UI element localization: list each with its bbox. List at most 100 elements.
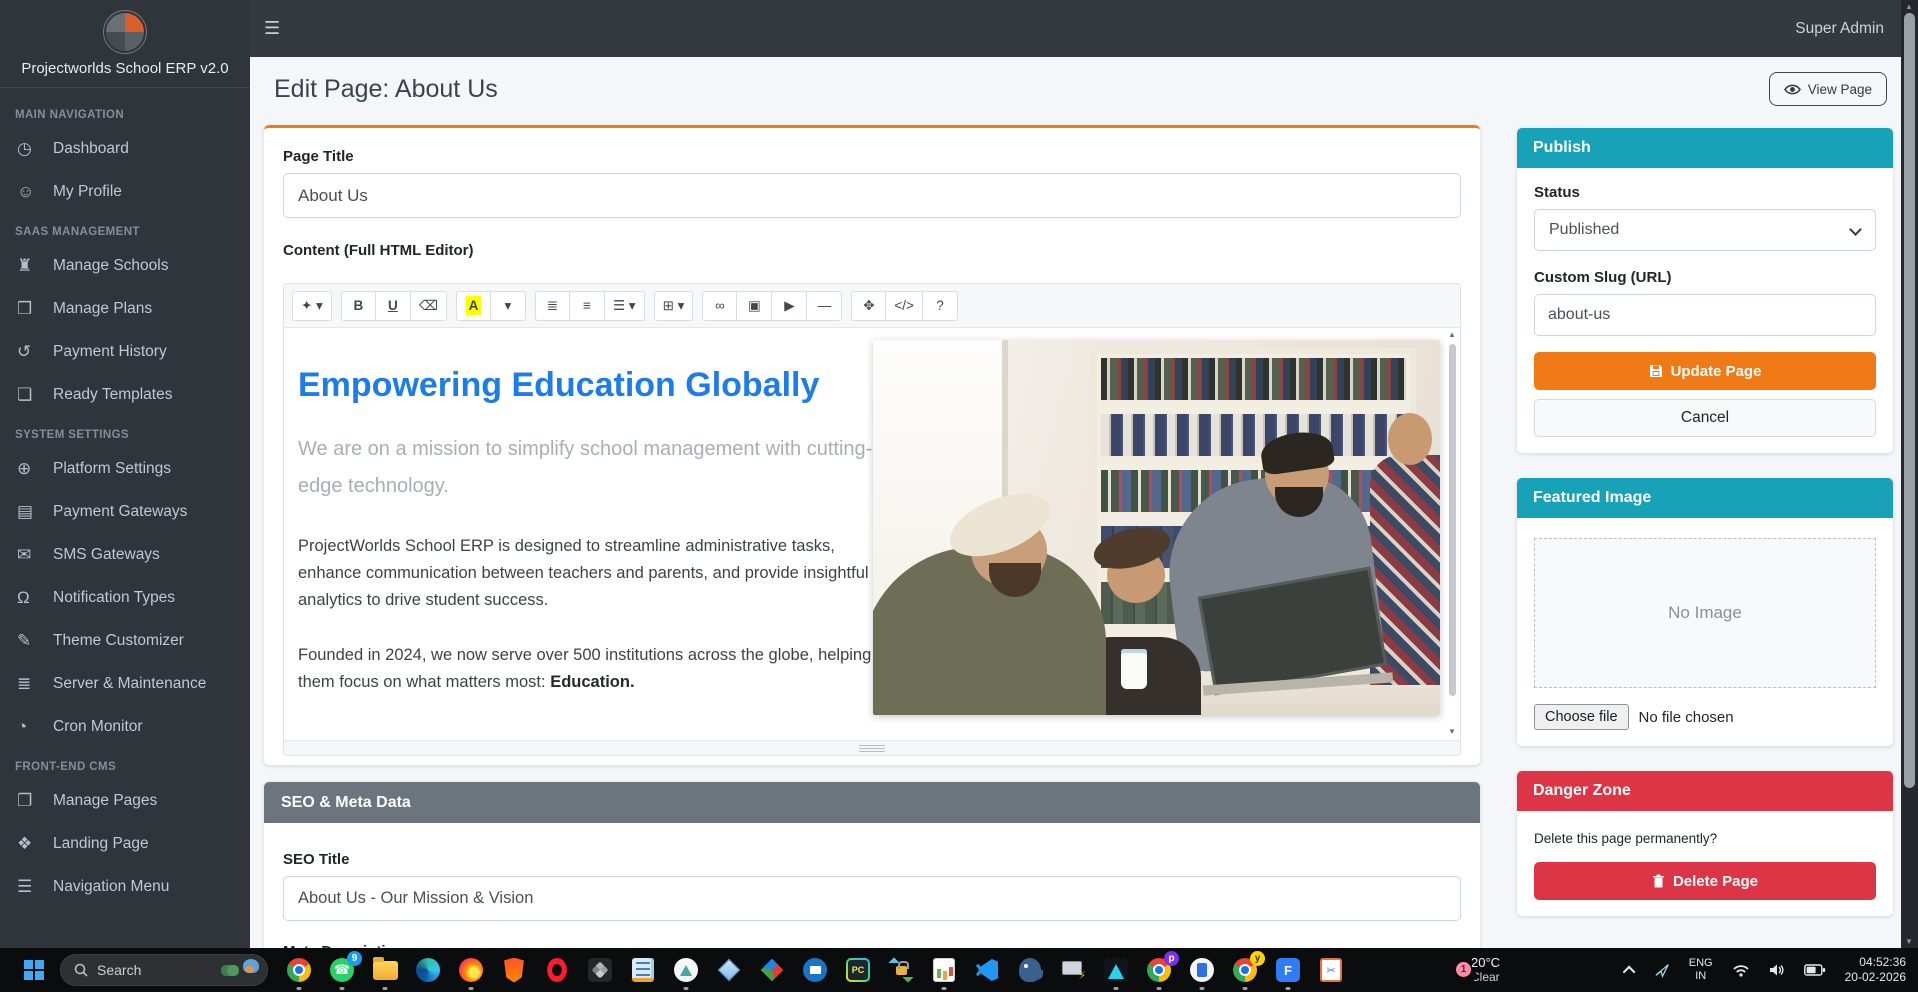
- sidebar-item-manage-pages[interactable]: ❐ Manage Pages: [0, 779, 250, 822]
- hamburger-menu-icon[interactable]: ☰: [264, 18, 280, 39]
- photos-icon[interactable]: [587, 957, 613, 983]
- picture-button[interactable]: ▣: [737, 291, 772, 321]
- remote-desktop-icon[interactable]: [1060, 957, 1086, 983]
- underline-button[interactable]: U: [376, 291, 411, 321]
- wifi-icon[interactable]: [1732, 963, 1750, 977]
- topbar-user-link[interactable]: Super Admin: [1795, 20, 1884, 38]
- virtualbox-icon[interactable]: [716, 957, 742, 983]
- font-color-button[interactable]: A: [456, 291, 491, 321]
- dark-a-app-icon[interactable]: [1103, 957, 1129, 983]
- font-color-caret-button[interactable]: ▾: [491, 291, 526, 321]
- chrome-icon[interactable]: [286, 957, 312, 983]
- table-button[interactable]: ⊞ ▾: [654, 291, 694, 321]
- status-select[interactable]: Published: [1534, 209, 1876, 251]
- tray-chevron-up-icon[interactable]: [1626, 966, 1635, 975]
- code-view-button[interactable]: </>: [886, 291, 923, 321]
- page-scrollbar-thumb[interactable]: [1904, 13, 1915, 788]
- teamviewer-icon[interactable]: [802, 957, 828, 983]
- sidebar-item-ready-templates[interactable]: ❏ Ready Templates: [0, 373, 250, 416]
- link-button[interactable]: ∞: [702, 291, 737, 321]
- battery-icon[interactable]: [1804, 964, 1826, 976]
- tray-cursor-icon[interactable]: [1654, 962, 1670, 978]
- editor-scrollbar-thumb[interactable]: [1449, 344, 1456, 696]
- sidebar-item-payment-gateways[interactable]: ▤ Payment Gateways: [0, 490, 250, 533]
- vscode-icon[interactable]: [974, 957, 1000, 983]
- eye-icon: [1784, 83, 1801, 96]
- file-explorer-icon[interactable]: [372, 957, 398, 983]
- sidebar-item-label: Payment Gateways: [53, 503, 187, 521]
- unordered-list-button[interactable]: ≣: [535, 291, 570, 321]
- sidebar-item-platform-settings[interactable]: ⊕ Platform Settings: [0, 447, 250, 490]
- taskbar-search[interactable]: Search: [60, 954, 268, 986]
- notepad-plus-icon[interactable]: [630, 957, 656, 983]
- page-title-input[interactable]: [283, 173, 1461, 218]
- editor-resize-statusbar[interactable]: [284, 740, 1460, 755]
- ordered-list-button[interactable]: ≡: [570, 291, 605, 321]
- sidebar-item-label: Ready Templates: [53, 386, 172, 404]
- sidebar-item-label: Landing Page: [53, 835, 149, 853]
- weather-temp: 20°C: [1471, 955, 1500, 970]
- update-page-button[interactable]: Update Page: [1534, 352, 1876, 390]
- color-cube-icon[interactable]: [759, 957, 785, 983]
- sidebar-item-notification-types[interactable]: Ω Notification Types: [0, 576, 250, 619]
- page-title-label: Page Title: [283, 148, 1461, 165]
- paragraph-align-button[interactable]: ☰ ▾: [605, 291, 645, 321]
- view-page-button[interactable]: View Page: [1769, 72, 1887, 106]
- postgresql-icon[interactable]: [1017, 957, 1043, 983]
- puzzle-icon: ❖: [17, 834, 53, 854]
- style-magic-button[interactable]: ✦ ▾: [292, 291, 332, 321]
- sidebar-item-dashboard[interactable]: ◷ Dashboard: [0, 127, 250, 170]
- brave-icon[interactable]: [501, 957, 527, 983]
- credit-card-icon: ▤: [17, 502, 53, 522]
- server-icon: ≣: [17, 674, 53, 694]
- taskbar-clock[interactable]: 04:52:36 20-02-2026: [1845, 955, 1906, 985]
- sidebar-item-theme-customizer[interactable]: ✎ Theme Customizer: [0, 619, 250, 662]
- taskbar-weather-widget[interactable]: 1 20°C Clear: [1462, 955, 1500, 985]
- opera-icon[interactable]: [544, 957, 570, 983]
- firefox-icon[interactable]: [458, 957, 484, 983]
- taskbar: Search 9 PC p y F: [0, 948, 1918, 992]
- sidebar-item-label: Payment History: [53, 343, 167, 361]
- horizontal-rule-button[interactable]: —: [807, 291, 842, 321]
- chrome-profile-p-icon[interactable]: p: [1146, 957, 1172, 983]
- chrome-profile-y-icon[interactable]: y: [1232, 957, 1258, 983]
- sidebar-item-manage-schools[interactable]: ♜ Manage Schools: [0, 244, 250, 287]
- sidebar-item-server-maintenance[interactable]: ≣ Server & Maintenance: [0, 662, 250, 705]
- sidebar-item-sms-gateways[interactable]: ✉ SMS Gateways: [0, 533, 250, 576]
- sidebar-item-manage-plans[interactable]: ❒ Manage Plans: [0, 287, 250, 330]
- sidebar: Projectworlds School ERP v2.0 MAIN NAVIG…: [0, 0, 250, 948]
- app-a-icon[interactable]: [673, 957, 699, 983]
- delete-page-button[interactable]: Delete Page: [1534, 862, 1876, 900]
- snipping-tool-icon[interactable]: [1318, 957, 1344, 983]
- pycharm-icon[interactable]: PC: [845, 957, 871, 983]
- search-placeholder: Search: [97, 962, 221, 978]
- bold-button[interactable]: B: [341, 291, 376, 321]
- help-button[interactable]: ?: [923, 291, 958, 321]
- winscp-icon[interactable]: [888, 957, 914, 983]
- fullscreen-button[interactable]: ✥: [851, 291, 886, 321]
- choose-file-button[interactable]: Choose file: [1534, 704, 1629, 730]
- cancel-button[interactable]: Cancel: [1534, 399, 1876, 437]
- system-tray: ENG IN: [1626, 955, 1918, 985]
- seo-title-input[interactable]: [283, 876, 1461, 921]
- sidebar-item-payment-history[interactable]: ↺ Payment History: [0, 330, 250, 373]
- sidebar-item-my-profile[interactable]: ☺ My Profile: [0, 170, 250, 213]
- editor-scrollbar[interactable]: [1446, 330, 1459, 736]
- start-button[interactable]: [24, 960, 44, 980]
- clear-format-eraser-button[interactable]: ⌫: [411, 291, 447, 321]
- sidebar-item-landing-page[interactable]: ❖ Landing Page: [0, 822, 250, 865]
- video-button[interactable]: ▶: [772, 291, 807, 321]
- image-editor-icon[interactable]: [931, 957, 957, 983]
- language-indicator[interactable]: ENG IN: [1689, 957, 1713, 983]
- brand-link[interactable]: Projectworlds School ERP v2.0: [0, 0, 250, 88]
- format-factory-icon[interactable]: F: [1275, 957, 1301, 983]
- sidebar-item-navigation-menu[interactable]: ☰ Navigation Menu: [0, 865, 250, 908]
- editor-editing-area[interactable]: Empowering Education Globally We are on …: [284, 328, 1460, 740]
- port-door-icon[interactable]: [1189, 957, 1215, 983]
- page-scrollbar[interactable]: [1901, 0, 1918, 948]
- custom-slug-input[interactable]: [1534, 294, 1876, 336]
- sidebar-item-cron-monitor[interactable]: ◔ Cron Monitor: [0, 705, 250, 748]
- whatsapp-icon[interactable]: 9: [329, 957, 355, 983]
- edge-icon[interactable]: [415, 957, 441, 983]
- volume-icon[interactable]: [1769, 963, 1785, 977]
